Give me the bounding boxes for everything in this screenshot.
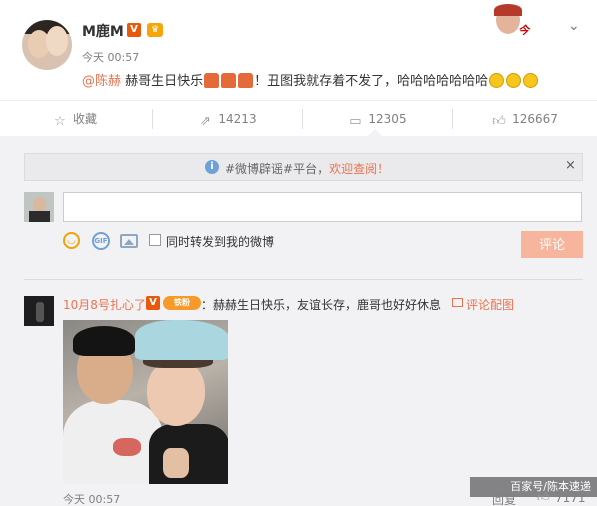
sticker-scrawl: 今 [518,24,529,37]
fan-badge-icon[interactable]: 铁粉 [163,296,201,310]
avatar-face-right [46,26,68,56]
weibo-post: M鹿M V ♛ 今天 00:57 @陈赫 赫哥生日快乐 ！丑图我就存着不发了，哈哈… [0,0,597,100]
sticker-hair [494,4,522,16]
forward-button[interactable]: ⇗ 14213 [153,101,302,137]
card-sticker: 今 [474,4,554,44]
photo-person2-hand [163,448,189,478]
forward-checkbox-label[interactable]: 同时转发到我的微博 [166,233,274,250]
my-avatar-face [33,197,46,212]
thumbs-up-icon: 👍︎ [492,114,506,129]
favorite-button[interactable]: ☆ 收藏 [0,101,150,137]
notice-hashtag-text[interactable]: #微博辟谣#平台， [225,162,329,176]
thumbs-up-icon[interactable]: 👍︎ [537,490,550,505]
forward-icon: ⇗ [199,114,211,129]
notice-link[interactable]: 欢迎查阅！ [329,162,389,176]
verified-badge-icon[interactable]: V [127,23,141,37]
photo-person2-cap [135,320,228,360]
mention-link[interactable]: @陈赫 [82,74,121,89]
rumor-notice-bar: i #微博辟谣#平台，欢迎查阅！ × [24,153,583,181]
laugh-emoji-icon [523,73,539,88]
commenter-avatar-figure [36,302,44,322]
favorite-label: 收藏 [72,112,97,126]
comment-count: 12305 [368,112,407,126]
image-icon[interactable] [120,234,138,248]
comment-timestamp: 今天 00:57 [63,493,121,506]
picture-icon[interactable] [452,298,463,307]
post-username[interactable]: M鹿M [82,21,124,41]
post-text-part1: 赫哥生日快乐 [121,74,204,89]
forward-checkbox[interactable] [149,234,161,246]
post-timestamp[interactable]: 今天 00:57 [82,49,139,65]
member-crown-icon[interactable]: ♛ [147,23,163,37]
gif-icon[interactable]: GIF [92,232,110,250]
forward-count: 14213 [218,112,257,126]
chevron-down-icon[interactable]: ⌄ [568,18,580,34]
submit-comment-button[interactable]: 评论 [521,231,583,258]
comment-input[interactable] [63,192,582,222]
user-avatar[interactable] [22,20,72,70]
emoji-icon[interactable]: ◡ [63,232,80,249]
photo-person2-face [147,360,205,426]
photo-person1-hair [73,326,135,356]
photo-person1-print [113,438,141,456]
my-avatar[interactable] [24,192,54,222]
post-action-bar: ☆ 收藏 ⇗ 14213 ▭ 12305 👍︎ 126667 [0,100,597,136]
comment-icon: ▭ [349,114,362,129]
comment-section: i #微博辟谣#平台，欢迎查阅！ × ◡ GIF 同时转发到我的微博 评论 10… [0,136,597,506]
verified-badge-icon[interactable]: V [146,296,160,310]
divider-line [24,279,583,280]
commenter-avatar[interactable] [24,296,54,326]
cake-emoji-icon [204,73,220,88]
cake-emoji-icon [221,73,237,88]
comment-like-count: 7171 [555,491,586,505]
post-body: @陈赫 赫哥生日快乐 ！丑图我就存着不发了，哈哈哈哈哈哈哈 [82,70,539,89]
comment-text: ：赫赫生日快乐，友谊长存，鹿哥也好好休息 [201,298,442,312]
star-icon: ☆ [54,114,66,129]
cake-emoji-icon [238,73,254,88]
comment-panel-caret [368,129,382,136]
post-text-part2: ！丑图我就存着不发了，哈哈哈哈哈哈哈 [254,74,489,89]
like-count: 126667 [512,112,558,126]
reply-button[interactable]: 回复 [492,491,516,506]
comment-picture-link[interactable]: 评论配图 [466,296,514,313]
like-button[interactable]: 👍︎ 126667 [453,101,597,137]
notice-text: #微博辟谣#平台，欢迎查阅！ [225,160,389,177]
info-icon: i [205,160,219,174]
laugh-emoji-icon [506,73,522,88]
commenter-username[interactable]: 10月8号扎心了 [63,296,146,313]
close-icon[interactable]: × [565,158,576,173]
laugh-emoji-icon [489,73,505,88]
my-avatar-body [29,211,50,222]
comment-photo[interactable] [63,320,228,484]
